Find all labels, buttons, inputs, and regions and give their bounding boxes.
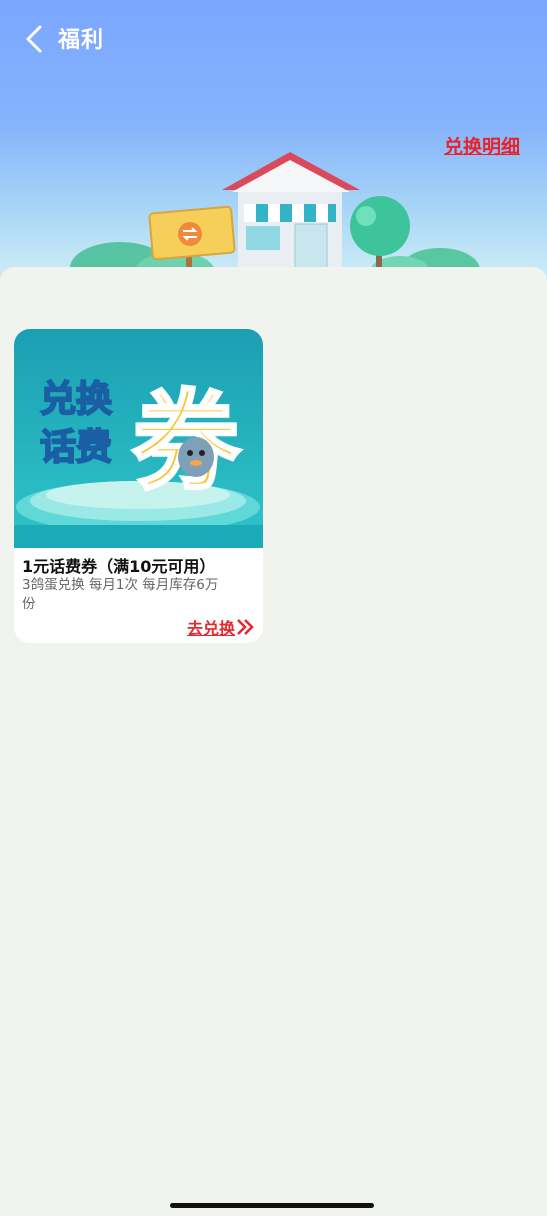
banner-text-1: 兑换 — [40, 379, 112, 420]
banner-text-2: 话费 — [40, 427, 112, 468]
coupon-banner-image: 兑换 话费 券 — [14, 329, 263, 548]
home-indicator[interactable] — [170, 1203, 374, 1208]
header-banner: 福利 兑换明细 — [0, 0, 547, 280]
coupon-title: 1元话费券（满10元可用） — [22, 557, 216, 576]
coupon-card[interactable]: 兑换 话费 券 1元话费券（满10元可用） 3鸽蛋兑换 每月1次 每月库存6万份… — [14, 329, 263, 643]
page-title: 福利 — [58, 28, 105, 53]
redeem-button-label: 去兑换 — [186, 619, 235, 638]
redeem-history-link[interactable]: 兑换明细 — [444, 132, 520, 159]
redeem-button[interactable]: 去兑换 — [187, 615, 255, 639]
double-chevron-right-icon — [237, 619, 254, 635]
back-arrow-icon[interactable] — [20, 24, 50, 54]
coupon-description: 3鸽蛋兑换 每月1次 每月库存6万份 — [22, 577, 219, 612]
